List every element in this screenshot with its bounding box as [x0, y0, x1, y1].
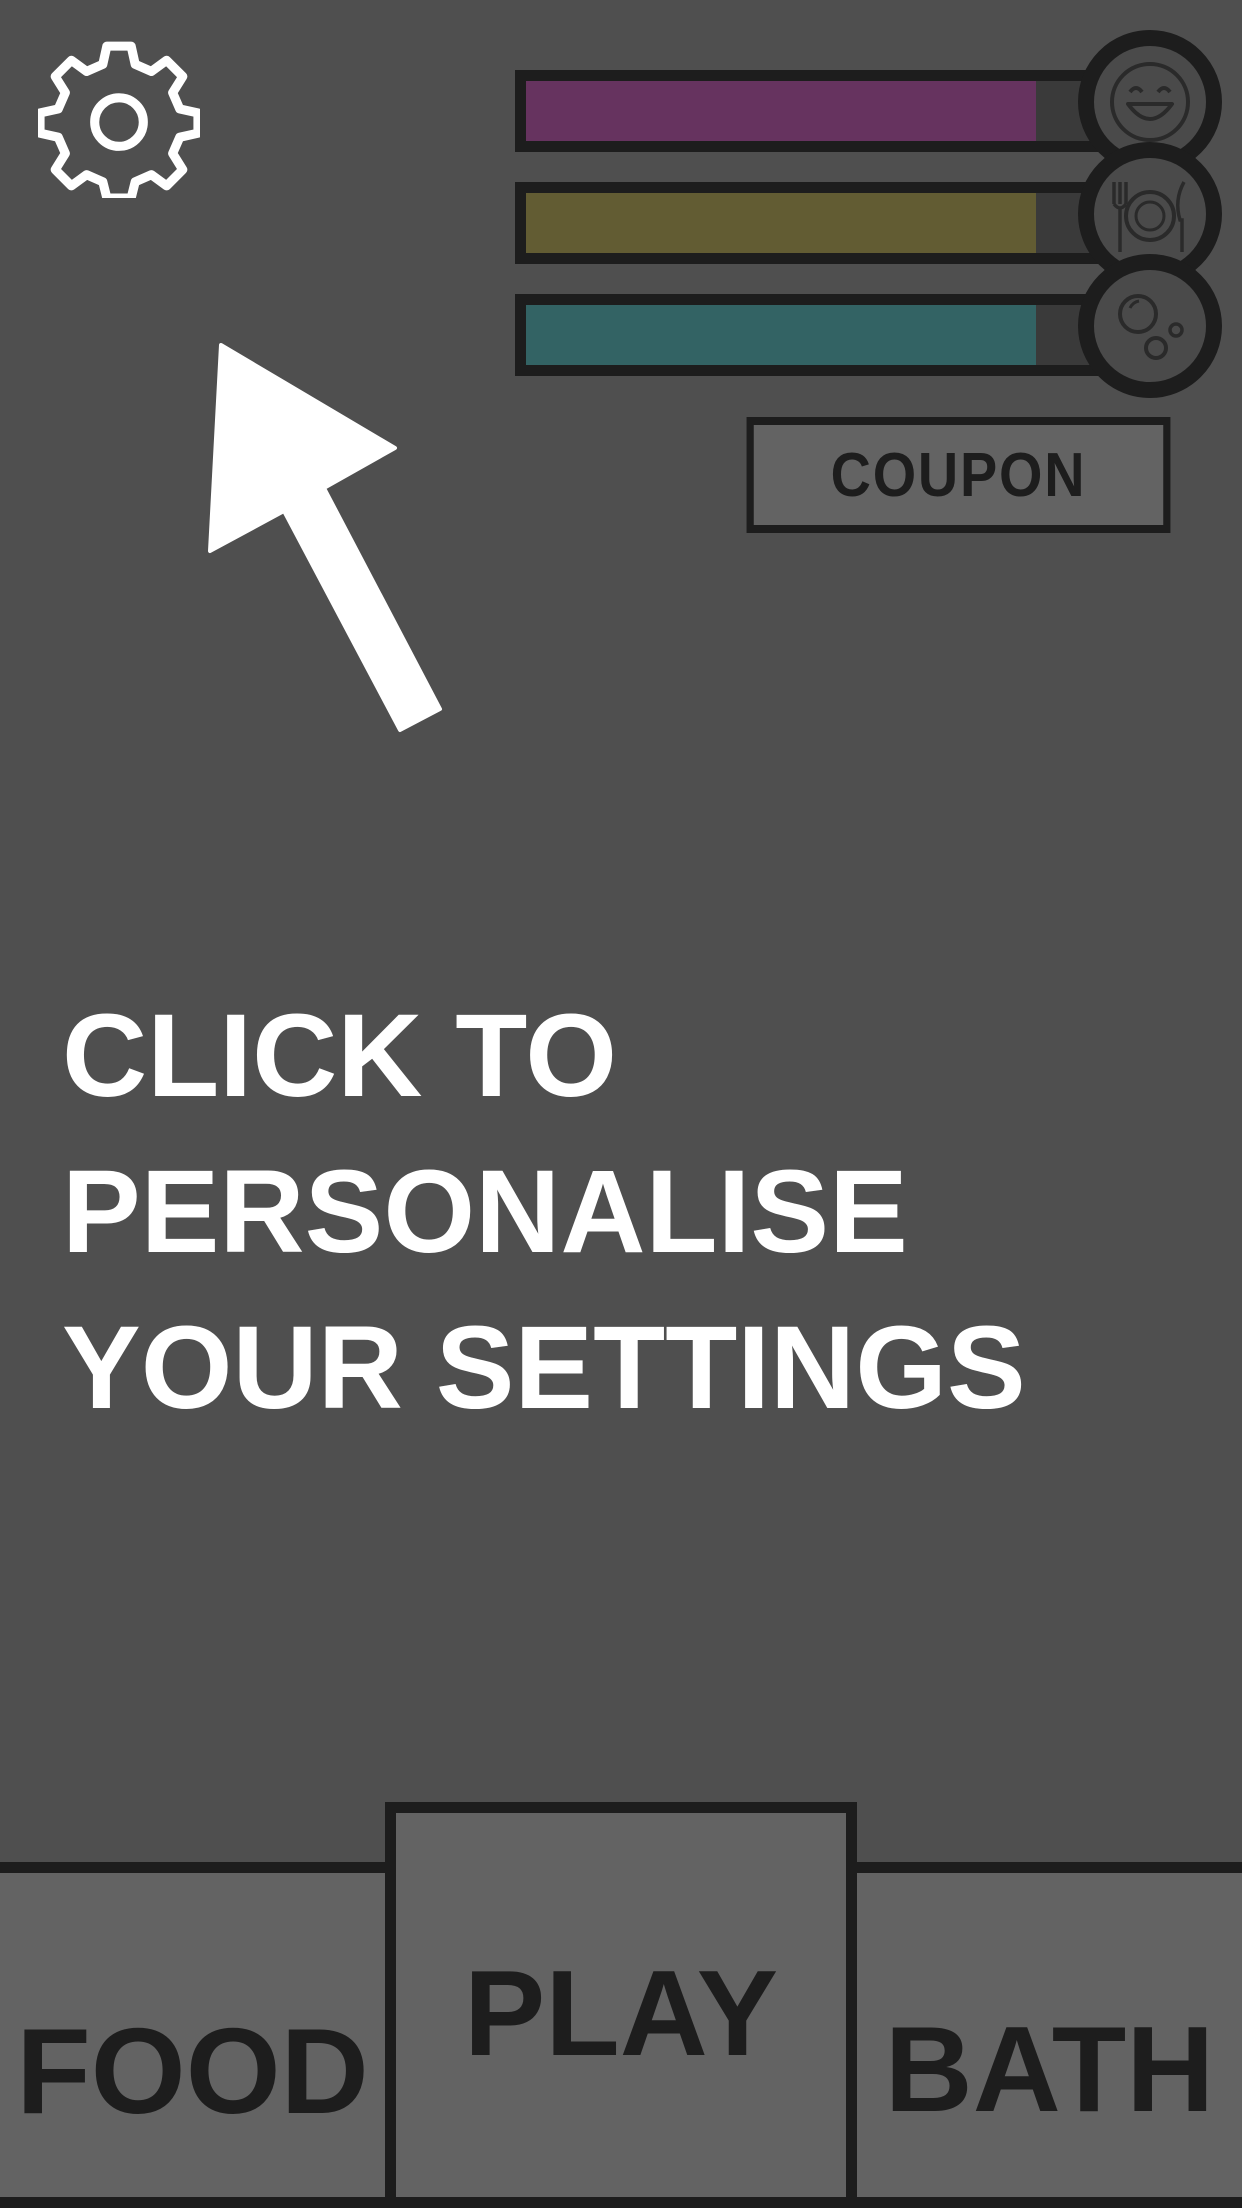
tab-food-label: FOOD — [16, 2003, 369, 2139]
hygiene-badge — [1078, 254, 1222, 398]
hygiene-bar-track — [515, 294, 1137, 376]
hunger-bar-track — [515, 182, 1137, 264]
settings-hint-text: CLICK TO PERSONALISE YOUR SETTINGS — [62, 978, 1162, 1446]
tab-bath-label: BATH — [884, 2001, 1215, 2137]
plate-cutlery-icon — [1112, 181, 1186, 252]
tab-play[interactable]: PLAY — [385, 1802, 857, 2208]
settings-gear-button[interactable] — [35, 36, 203, 203]
happiness-bar-track — [515, 70, 1137, 152]
happiness-bar-fill — [526, 81, 1036, 141]
tab-bath[interactable]: BATH — [846, 1862, 1242, 2208]
smiley-face-icon — [1110, 62, 1190, 142]
hunger-bar-fill — [526, 193, 1036, 253]
hint-line-2: PERSONALISE — [62, 1146, 908, 1278]
tab-play-label: PLAY — [463, 1945, 779, 2081]
hygiene-bar-fill — [526, 305, 1036, 365]
gear-icon — [35, 41, 203, 203]
coupon-button[interactable]: COUPON — [746, 417, 1171, 533]
hint-line-3: YOUR SETTINGS — [62, 1302, 1026, 1434]
happiness-meter — [515, 30, 1223, 174]
hunger-meter — [515, 142, 1223, 286]
coupon-label: COUPON — [830, 440, 1087, 510]
tab-food[interactable]: FOOD — [0, 1862, 396, 2208]
bubbles-icon — [1118, 294, 1184, 360]
arrow-up-left-icon — [208, 343, 442, 732]
hygiene-meter — [515, 254, 1223, 398]
hint-line-1: CLICK TO — [62, 990, 618, 1122]
